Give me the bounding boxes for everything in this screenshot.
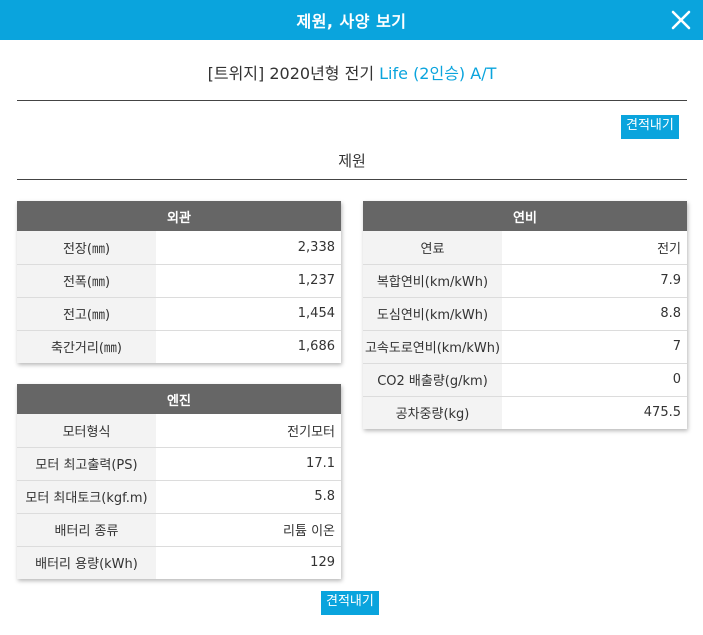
spec-value: 리튬 이온 xyxy=(156,513,341,547)
spec-value: 17.1 xyxy=(156,447,341,481)
section-title: 제원 xyxy=(338,152,366,170)
spec-label: 축간거리(㎜) xyxy=(17,330,156,363)
car-model-name: [트위지] 2020년형 전기 xyxy=(207,64,380,83)
close-icon[interactable] xyxy=(669,8,693,32)
spec-value: 7 xyxy=(502,330,687,364)
spec-label: 배터리 용량(kWh) xyxy=(17,546,156,579)
table-row: 도심연비(km/kWh) 8.8 xyxy=(363,297,687,331)
table-row: 전폭(㎜) 1,237 xyxy=(17,264,341,298)
table-row: 모터형식 전기모터 xyxy=(17,414,341,448)
car-model-title: [트위지] 2020년형 전기 Life (2인승) A/T xyxy=(17,60,687,84)
estimate-button-top[interactable]: 견적내기 xyxy=(621,115,679,139)
spec-label: 전장(㎜) xyxy=(17,231,156,265)
spec-value: 전기모터 xyxy=(156,414,341,448)
table-row: 연료 전기 xyxy=(363,231,687,265)
spec-label: 공차중량(kg) xyxy=(363,396,502,429)
table-row: 배터리 용량(kWh) 129 xyxy=(17,546,341,579)
spec-value: 1,686 xyxy=(156,330,341,363)
table-row: 모터 최대토크(kgf.m) 5.8 xyxy=(17,480,341,514)
spec-value: 7.9 xyxy=(502,264,687,298)
exterior-table-title: 외관 xyxy=(17,201,341,231)
spec-value: 2,338 xyxy=(156,231,341,265)
fuel-spec-table: 연비 연료 전기 복합연비(km/kWh) 7.9 도심연비(km/kWh) 8.8 … xyxy=(363,201,687,429)
spec-value: 5.8 xyxy=(156,480,341,514)
modal-title: 제원, 사양 보기 xyxy=(296,12,407,31)
section-divider xyxy=(17,179,687,180)
spec-label: CO2 배출량(g/km) xyxy=(363,363,502,397)
spec-value: 1,237 xyxy=(156,264,341,298)
fuel-table-title: 연비 xyxy=(363,201,687,231)
engine-spec-table: 엔진 모터형식 전기모터 모터 최고출력(PS) 17.1 모터 최대토크(kgf.… xyxy=(17,384,341,579)
table-row: 축간거리(㎜) 1,686 xyxy=(17,330,341,363)
table-row: 공차중량(kg) 475.5 xyxy=(363,396,687,429)
table-row: 고속도로연비(km/kWh) 7 xyxy=(363,330,687,364)
spec-label: 모터형식 xyxy=(17,414,156,448)
title-divider xyxy=(17,100,687,101)
table-row: CO2 배출량(g/km) 0 xyxy=(363,363,687,397)
table-row: 전장(㎜) 2,338 xyxy=(17,231,341,265)
spec-label: 연료 xyxy=(363,231,502,265)
spec-value: 전기 xyxy=(502,231,687,265)
table-row: 전고(㎜) 1,454 xyxy=(17,297,341,331)
table-row: 배터리 종류 리튬 이온 xyxy=(17,513,341,547)
spec-value: 0 xyxy=(502,363,687,397)
table-row: 복합연비(km/kWh) 7.9 xyxy=(363,264,687,298)
spec-label: 모터 최대토크(kgf.m) xyxy=(17,480,156,514)
engine-table-title: 엔진 xyxy=(17,384,341,414)
table-row: 모터 최고출력(PS) 17.1 xyxy=(17,447,341,481)
spec-modal: 제원, 사양 보기 [트위지] 2020년형 전기 Life (2인승) A/T… xyxy=(0,0,703,635)
estimate-button-bottom[interactable]: 견적내기 xyxy=(321,591,379,615)
spec-label: 복합연비(km/kWh) xyxy=(363,264,502,298)
exterior-spec-table: 외관 전장(㎜) 2,338 전폭(㎜) 1,237 전고(㎜) 1,454 축간거리… xyxy=(17,201,341,363)
spec-label: 도심연비(km/kWh) xyxy=(363,297,502,331)
spec-label: 모터 최고출력(PS) xyxy=(17,447,156,481)
spec-value: 475.5 xyxy=(502,396,687,429)
spec-value: 8.8 xyxy=(502,297,687,331)
modal-header: 제원, 사양 보기 xyxy=(0,0,703,40)
spec-label: 고속도로연비(km/kWh) xyxy=(363,330,502,364)
car-trim-name: Life (2인승) A/T xyxy=(379,64,497,83)
spec-label: 전고(㎜) xyxy=(17,297,156,331)
spec-value: 129 xyxy=(156,546,341,579)
spec-value: 1,454 xyxy=(156,297,341,331)
spec-label: 전폭(㎜) xyxy=(17,264,156,298)
spec-label: 배터리 종류 xyxy=(17,513,156,547)
